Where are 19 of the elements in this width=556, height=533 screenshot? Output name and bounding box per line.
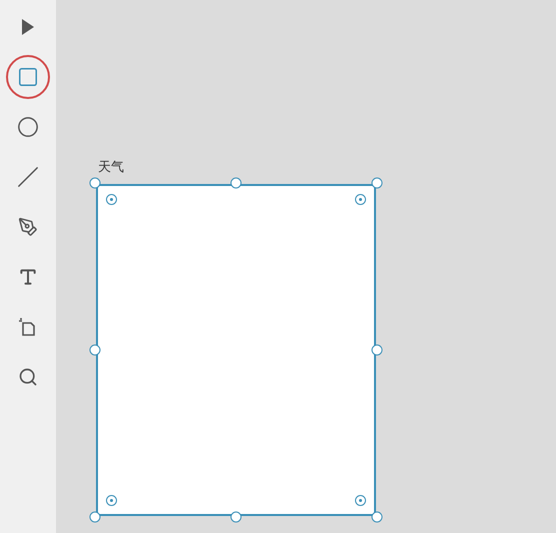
tool-button[interactable]	[6, 55, 50, 99]
artboard[interactable]	[96, 184, 376, 516]
resize-handle[interactable]	[90, 344, 100, 356]
resize-handle[interactable]	[372, 344, 382, 356]
resize-handle[interactable]	[90, 178, 100, 188]
line-icon	[17, 166, 39, 188]
pen-icon	[18, 217, 38, 237]
artboard-icon	[18, 317, 38, 337]
resize-handle[interactable]	[372, 512, 382, 522]
ellipse-icon	[17, 116, 39, 138]
artboard-title: 天气	[98, 159, 124, 177]
resize-handle[interactable]	[90, 512, 100, 522]
resize-handle[interactable]	[372, 178, 382, 188]
resize-handle[interactable]	[230, 512, 242, 522]
resize-handle[interactable]	[230, 178, 242, 188]
text-icon	[18, 267, 38, 287]
search-icon	[18, 367, 38, 387]
rectangle-icon	[17, 66, 39, 88]
pointer-icon	[21, 18, 35, 36]
